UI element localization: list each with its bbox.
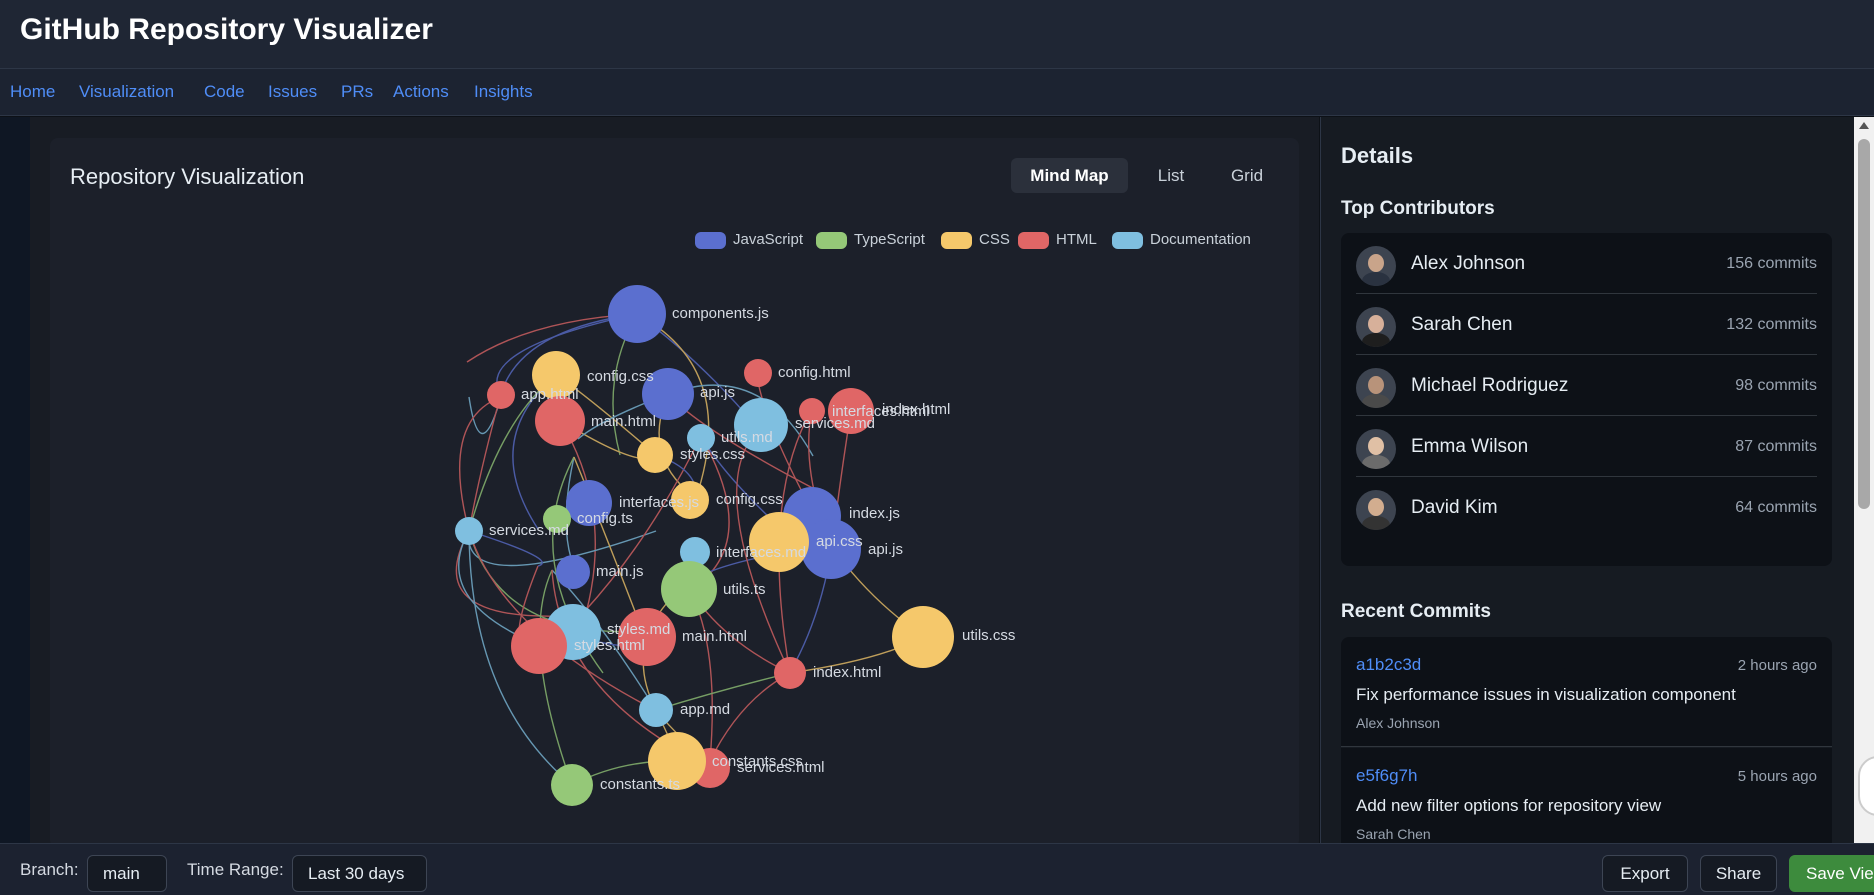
node-label: main.html — [682, 628, 747, 645]
contributor-commits: 98 commits — [1735, 377, 1817, 394]
contributor-commits: 87 commits — [1735, 438, 1817, 455]
node-label: styles.css — [680, 446, 745, 463]
branch-select[interactable]: main — [87, 855, 167, 892]
node-utils-css[interactable] — [892, 606, 954, 668]
contributor-row[interactable]: Alex Johnson 156 commits — [1356, 233, 1817, 294]
node-label: constants.ts — [600, 776, 680, 793]
contributor-row[interactable]: Sarah Chen 132 commits — [1356, 294, 1817, 355]
node-label: styles.md — [607, 621, 670, 638]
contributor-commits: 64 commits — [1735, 499, 1817, 516]
contributor-name: Alex Johnson — [1411, 253, 1526, 274]
node-main-js[interactable] — [556, 555, 590, 589]
node-constants-ts[interactable] — [551, 764, 593, 806]
scrollbar-thumb[interactable] — [1858, 139, 1870, 509]
node-app-md[interactable] — [639, 693, 673, 727]
contributor-name: Sarah Chen — [1411, 314, 1513, 335]
node-label: api.css — [816, 533, 863, 550]
contributor-name: David Kim — [1411, 497, 1498, 518]
node-label: styles.html — [574, 637, 645, 654]
contributor-row[interactable]: David Kim 64 commits — [1356, 477, 1817, 538]
node-label: config.css — [587, 368, 654, 385]
node-label: app.html — [521, 386, 579, 403]
node-label: main.js — [596, 563, 644, 580]
commit-time: 5 hours ago — [1737, 768, 1817, 785]
node-label: config.css — [716, 491, 783, 508]
contributors-list: Alex Johnson 156 commits Sarah Chen 132 … — [1341, 233, 1832, 566]
contributor-commits: 156 commits — [1726, 255, 1817, 272]
contributor-name: Emma Wilson — [1411, 436, 1529, 457]
node-styles-css[interactable] — [637, 437, 673, 473]
avatar — [1356, 246, 1396, 286]
commit-item[interactable]: e5f6g7h 5 hours ago Add new filter optio… — [1341, 748, 1832, 843]
commit-item[interactable]: a1b2c3d 2 hours ago Fix performance issu… — [1341, 637, 1832, 747]
commit-author: Sarah Chen — [1356, 826, 1431, 842]
node-label: api.js — [700, 384, 735, 401]
node-styles-html[interactable] — [511, 618, 567, 674]
export-button[interactable]: Export — [1602, 855, 1688, 892]
avatar — [1356, 429, 1396, 469]
node-label: utils.md — [721, 429, 773, 446]
node-main-html-1[interactable] — [535, 396, 585, 446]
details-title: Details — [1341, 143, 1414, 168]
recent-commits-title: Recent Commits — [1341, 601, 1491, 622]
node-label: config.html — [778, 364, 851, 381]
node-index-html-2[interactable] — [774, 657, 806, 689]
avatar — [1356, 490, 1396, 530]
node-label: utils.ts — [723, 581, 766, 598]
node-label: utils.css — [962, 627, 1015, 644]
avatar — [1356, 307, 1396, 347]
node-components-js[interactable] — [608, 285, 666, 343]
node-services-md-2[interactable] — [455, 517, 483, 545]
contributor-name: Michael Rodriguez — [1411, 375, 1569, 396]
node-label: services.md — [795, 415, 875, 432]
node-label: interfaces.js — [619, 494, 699, 511]
node-app-html[interactable] — [487, 381, 515, 409]
details-panel: Details Top Contributors Alex Johnson 15… — [1320, 117, 1854, 843]
node-label: constants.css — [712, 753, 803, 770]
contributor-row[interactable]: Emma Wilson 87 commits — [1356, 416, 1817, 477]
node-label: index.html — [813, 664, 881, 681]
contributor-commits: 132 commits — [1726, 316, 1817, 333]
mind-map-graph[interactable]: components.js config.css api.js config.h… — [0, 0, 1300, 845]
commit-author: Alex Johnson — [1356, 715, 1441, 731]
node-utils-ts[interactable] — [661, 561, 717, 617]
avatar — [1356, 368, 1396, 408]
node-label: main.html — [591, 413, 656, 430]
commit-hash[interactable]: e5f6g7h — [1356, 766, 1417, 786]
node-api-css[interactable] — [749, 512, 809, 572]
commit-time: 2 hours ago — [1737, 657, 1817, 674]
app-root: GitHub Repository Visualizer Home Visual… — [0, 0, 1874, 895]
branch-label: Branch: — [20, 860, 79, 879]
time-range-select[interactable]: Last 30 days — [292, 855, 427, 892]
commit-message: Fix performance issues in visualization … — [1356, 685, 1736, 704]
details-scrollbar[interactable] — [1854, 117, 1874, 843]
node-label: interfaces.md — [716, 544, 806, 561]
commit-message: Add new filter options for repository vi… — [1356, 796, 1662, 815]
contributor-row[interactable]: Michael Rodriguez 98 commits — [1356, 355, 1817, 416]
graph-edge — [539, 569, 573, 786]
commit-hash[interactable]: a1b2c3d — [1356, 655, 1421, 675]
node-label: index.js — [849, 505, 900, 522]
node-label: services.md — [489, 522, 569, 539]
save-view-button[interactable]: Save View — [1789, 855, 1874, 892]
node-label: config.ts — [577, 510, 633, 527]
node-label: api.js — [868, 541, 903, 558]
floating-action-button[interactable] — [1858, 756, 1874, 816]
share-button[interactable]: Share — [1700, 855, 1777, 892]
contributors-title: Top Contributors — [1341, 198, 1495, 219]
graph-edge — [468, 393, 502, 532]
time-range-label: Time Range: — [187, 860, 284, 879]
node-label: app.md — [680, 701, 730, 718]
node-config-html[interactable] — [744, 359, 772, 387]
scroll-up-arrow-icon[interactable] — [1859, 122, 1869, 129]
footer-toolbar: Branch: main Time Range: Last 30 days Ex… — [0, 843, 1874, 895]
node-label: index.html — [882, 401, 950, 418]
node-label: components.js — [672, 305, 769, 322]
